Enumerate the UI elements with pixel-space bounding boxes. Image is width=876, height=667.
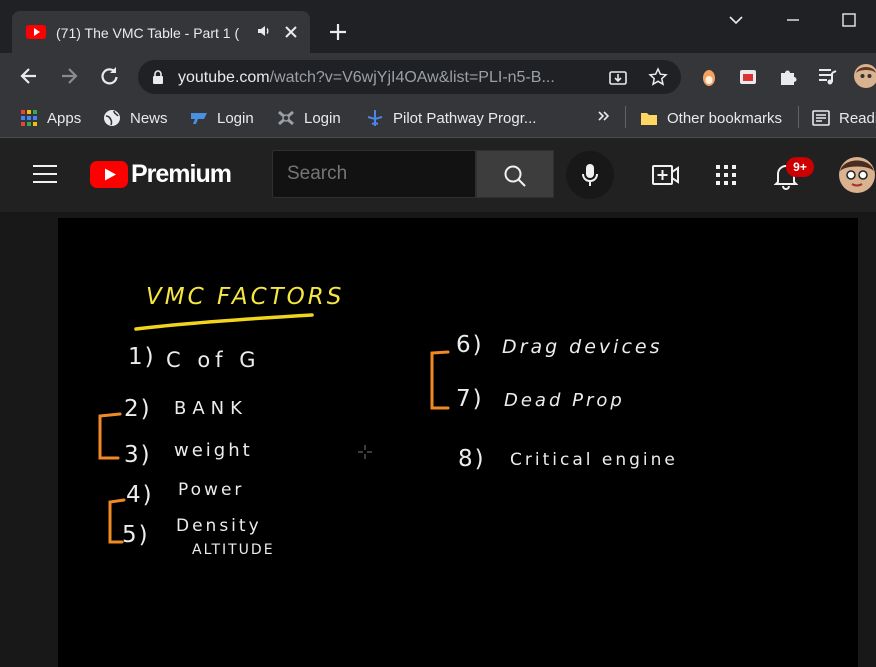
- item-1-label: C of G: [166, 348, 261, 372]
- voice-search-button[interactable]: [566, 151, 614, 199]
- bookmarks-divider: [798, 106, 799, 128]
- reading-list-icon: [812, 109, 830, 127]
- title-underline: [134, 313, 314, 331]
- bracket-items-2-3: [98, 412, 122, 460]
- item-3-label: weight: [174, 440, 253, 461]
- search-button[interactable]: [476, 150, 554, 198]
- speaker-icon[interactable]: [256, 23, 272, 41]
- apps-grid-icon[interactable]: [715, 164, 737, 191]
- new-tab-button[interactable]: [324, 18, 352, 46]
- tab-strip: (71) The VMC Table - Part 1 (: [0, 0, 876, 53]
- extension-orange-icon[interactable]: [698, 66, 720, 93]
- search-box[interactable]: [272, 150, 476, 198]
- plane-icon: [366, 109, 384, 127]
- url-text[interactable]: youtube.com/watch?v=V6wjYjI4OAw&list=PLI…: [178, 68, 598, 88]
- reload-icon[interactable]: [94, 61, 124, 91]
- youtube-premium-logo[interactable]: Premium: [90, 160, 232, 189]
- login-icon: [190, 109, 208, 127]
- folder-icon: [640, 109, 658, 127]
- bookmarks-overflow-icon[interactable]: [597, 108, 611, 129]
- tab-close-icon[interactable]: [280, 21, 302, 43]
- apps-grid-icon: [20, 109, 38, 127]
- item-3-number: 3): [124, 442, 152, 468]
- bookmark-login-1[interactable]: Login: [190, 105, 254, 131]
- item-5-label: Density: [176, 516, 262, 536]
- create-video-icon[interactable]: [651, 163, 681, 192]
- bookmark-label: Readi: [839, 109, 876, 127]
- bookmark-login-2[interactable]: Login: [277, 105, 341, 131]
- address-bar[interactable]: youtube.com/watch?v=V6wjYjI4OAw&list=PLI…: [138, 60, 681, 94]
- bookmark-other[interactable]: Other bookmarks: [640, 105, 782, 131]
- login-icon: [277, 109, 295, 127]
- youtube-logo-icon: [90, 161, 128, 188]
- search-icon: [504, 165, 526, 187]
- bookmark-label: Apps: [47, 109, 82, 127]
- bracket-items-4-5: [108, 498, 126, 544]
- search-input[interactable]: [287, 163, 467, 185]
- microphone-icon: [582, 164, 598, 186]
- hamburger-menu-icon[interactable]: [32, 163, 58, 190]
- bookmark-label: Pilot Pathway Progr...: [393, 109, 537, 127]
- account-avatar[interactable]: [838, 155, 876, 200]
- back-arrow-icon[interactable]: [14, 61, 44, 91]
- globe-icon: [103, 109, 121, 127]
- notification-count-badge: 9+: [786, 157, 814, 177]
- crosshair-cursor-icon: [358, 445, 372, 459]
- forward-arrow-icon[interactable]: [54, 61, 84, 91]
- bookmark-label: Other bookmarks: [667, 109, 783, 127]
- whiteboard-title: VMC FACTORS: [146, 284, 345, 310]
- chevron-down-icon[interactable]: [723, 8, 749, 32]
- item-7-number: 7): [456, 386, 484, 412]
- item-2-number: 2): [124, 396, 152, 422]
- item-4-label: Power: [178, 480, 245, 500]
- bookmarks-divider: [625, 106, 626, 128]
- install-app-icon[interactable]: [608, 68, 628, 93]
- url-path: /watch?v=V6wjYjI4OAw&list=PLI-n5-B...: [269, 69, 555, 86]
- item-6-label: Drag devices: [502, 336, 663, 358]
- minimize-icon[interactable]: [780, 8, 806, 32]
- lock-icon[interactable]: [150, 69, 166, 85]
- bookmark-label: News: [130, 109, 168, 127]
- tab-title: (71) The VMC Table - Part 1 (: [56, 25, 240, 41]
- video-player[interactable]: VMC FACTORS 1) C of G 2) BANK 3) weight …: [58, 218, 858, 667]
- bookmark-reading-list[interactable]: Readi: [812, 105, 876, 131]
- youtube-favicon-icon: [26, 25, 46, 39]
- url-host: youtube.com: [178, 69, 270, 86]
- puzzle-extensions-icon[interactable]: [777, 65, 799, 92]
- extension-screenshot-icon[interactable]: [737, 66, 759, 93]
- item-8-label: Critical engine: [510, 450, 678, 470]
- bracket-items-6-7: [430, 350, 450, 410]
- bookmark-label: Login: [304, 109, 341, 127]
- star-icon[interactable]: [648, 67, 668, 92]
- item-6-number: 6): [456, 332, 484, 358]
- media-playlist-icon[interactable]: [816, 65, 838, 92]
- item-5-label-line2: ALTITUDE: [192, 542, 275, 558]
- logo-text: Premium: [131, 160, 232, 188]
- item-7-label: Dead Prop: [504, 390, 625, 411]
- bookmark-apps[interactable]: Apps: [20, 105, 81, 131]
- bookmark-pilot-pathway[interactable]: Pilot Pathway Progr...: [366, 105, 536, 131]
- item-8-number: 8): [458, 446, 486, 472]
- profile-avatar[interactable]: [853, 63, 876, 94]
- item-4-number: 4): [126, 482, 154, 508]
- bookmark-label: Login: [217, 109, 254, 127]
- item-2-label: BANK: [174, 398, 248, 419]
- bookmark-news[interactable]: News: [103, 105, 168, 131]
- maximize-icon[interactable]: [836, 8, 862, 32]
- item-1-number: 1): [128, 344, 156, 370]
- active-tab[interactable]: (71) The VMC Table - Part 1 (: [12, 11, 310, 53]
